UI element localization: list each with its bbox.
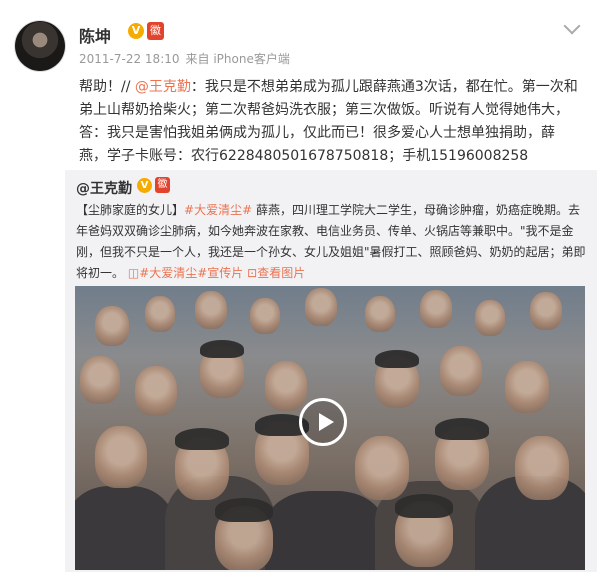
post-text-prefix: 帮助！// [79,79,131,95]
author-name[interactable]: 陈坤 [79,23,111,47]
avatar[interactable] [15,21,65,71]
member-badge-icon: 徽 [147,22,164,40]
video-link-icon[interactable]: ◫ [128,266,139,280]
view-image-link[interactable]: 查看图片 [257,266,305,280]
video-thumbnail[interactable] [75,286,585,570]
post-meta: 2011-7-22 18:10 来自 iPhone客户端 [79,50,290,67]
repost-text: 【尘肺家庭的女儿】#大爱清尘# 薛燕，四川理工学院大二学生，母确诊肿瘤，奶癌症晚… [76,200,588,284]
post-time[interactable]: 2011-7-22 18:10 [79,52,180,66]
verified-icon: V [128,23,144,39]
member-badge-icon: 徽 [155,177,170,193]
image-icon[interactable]: ⊡ [247,266,257,280]
play-button[interactable] [299,398,347,446]
repost-author[interactable]: @王克勤 [76,178,132,198]
verified-icon: V [137,178,152,193]
hashtag-link[interactable]: #大爱清尘# [184,203,252,217]
chevron-down-icon[interactable] [563,17,581,35]
mention-link[interactable]: @王克勤 [135,79,191,95]
post-source: 来自 iPhone客户端 [185,52,290,66]
post-text: 帮助！// @王克勤：我只是不想弟弟成为孤儿跟薛燕通3次话，都在忙。第一次和弟上… [79,76,581,168]
hashtag-video-link[interactable]: #大爱清尘#宣传片 [139,266,243,280]
weibo-post: 陈坤 V 徽 2011-7-22 18:10 来自 iPhone客户端 帮助！//… [0,0,597,572]
repost-lead: 【尘肺家庭的女儿】 [76,203,185,217]
reposted-content: @王克勤 V 徽 【尘肺家庭的女儿】#大爱清尘# 薛燕，四川理工学院大二学生，母… [65,170,597,572]
play-icon [319,413,334,431]
